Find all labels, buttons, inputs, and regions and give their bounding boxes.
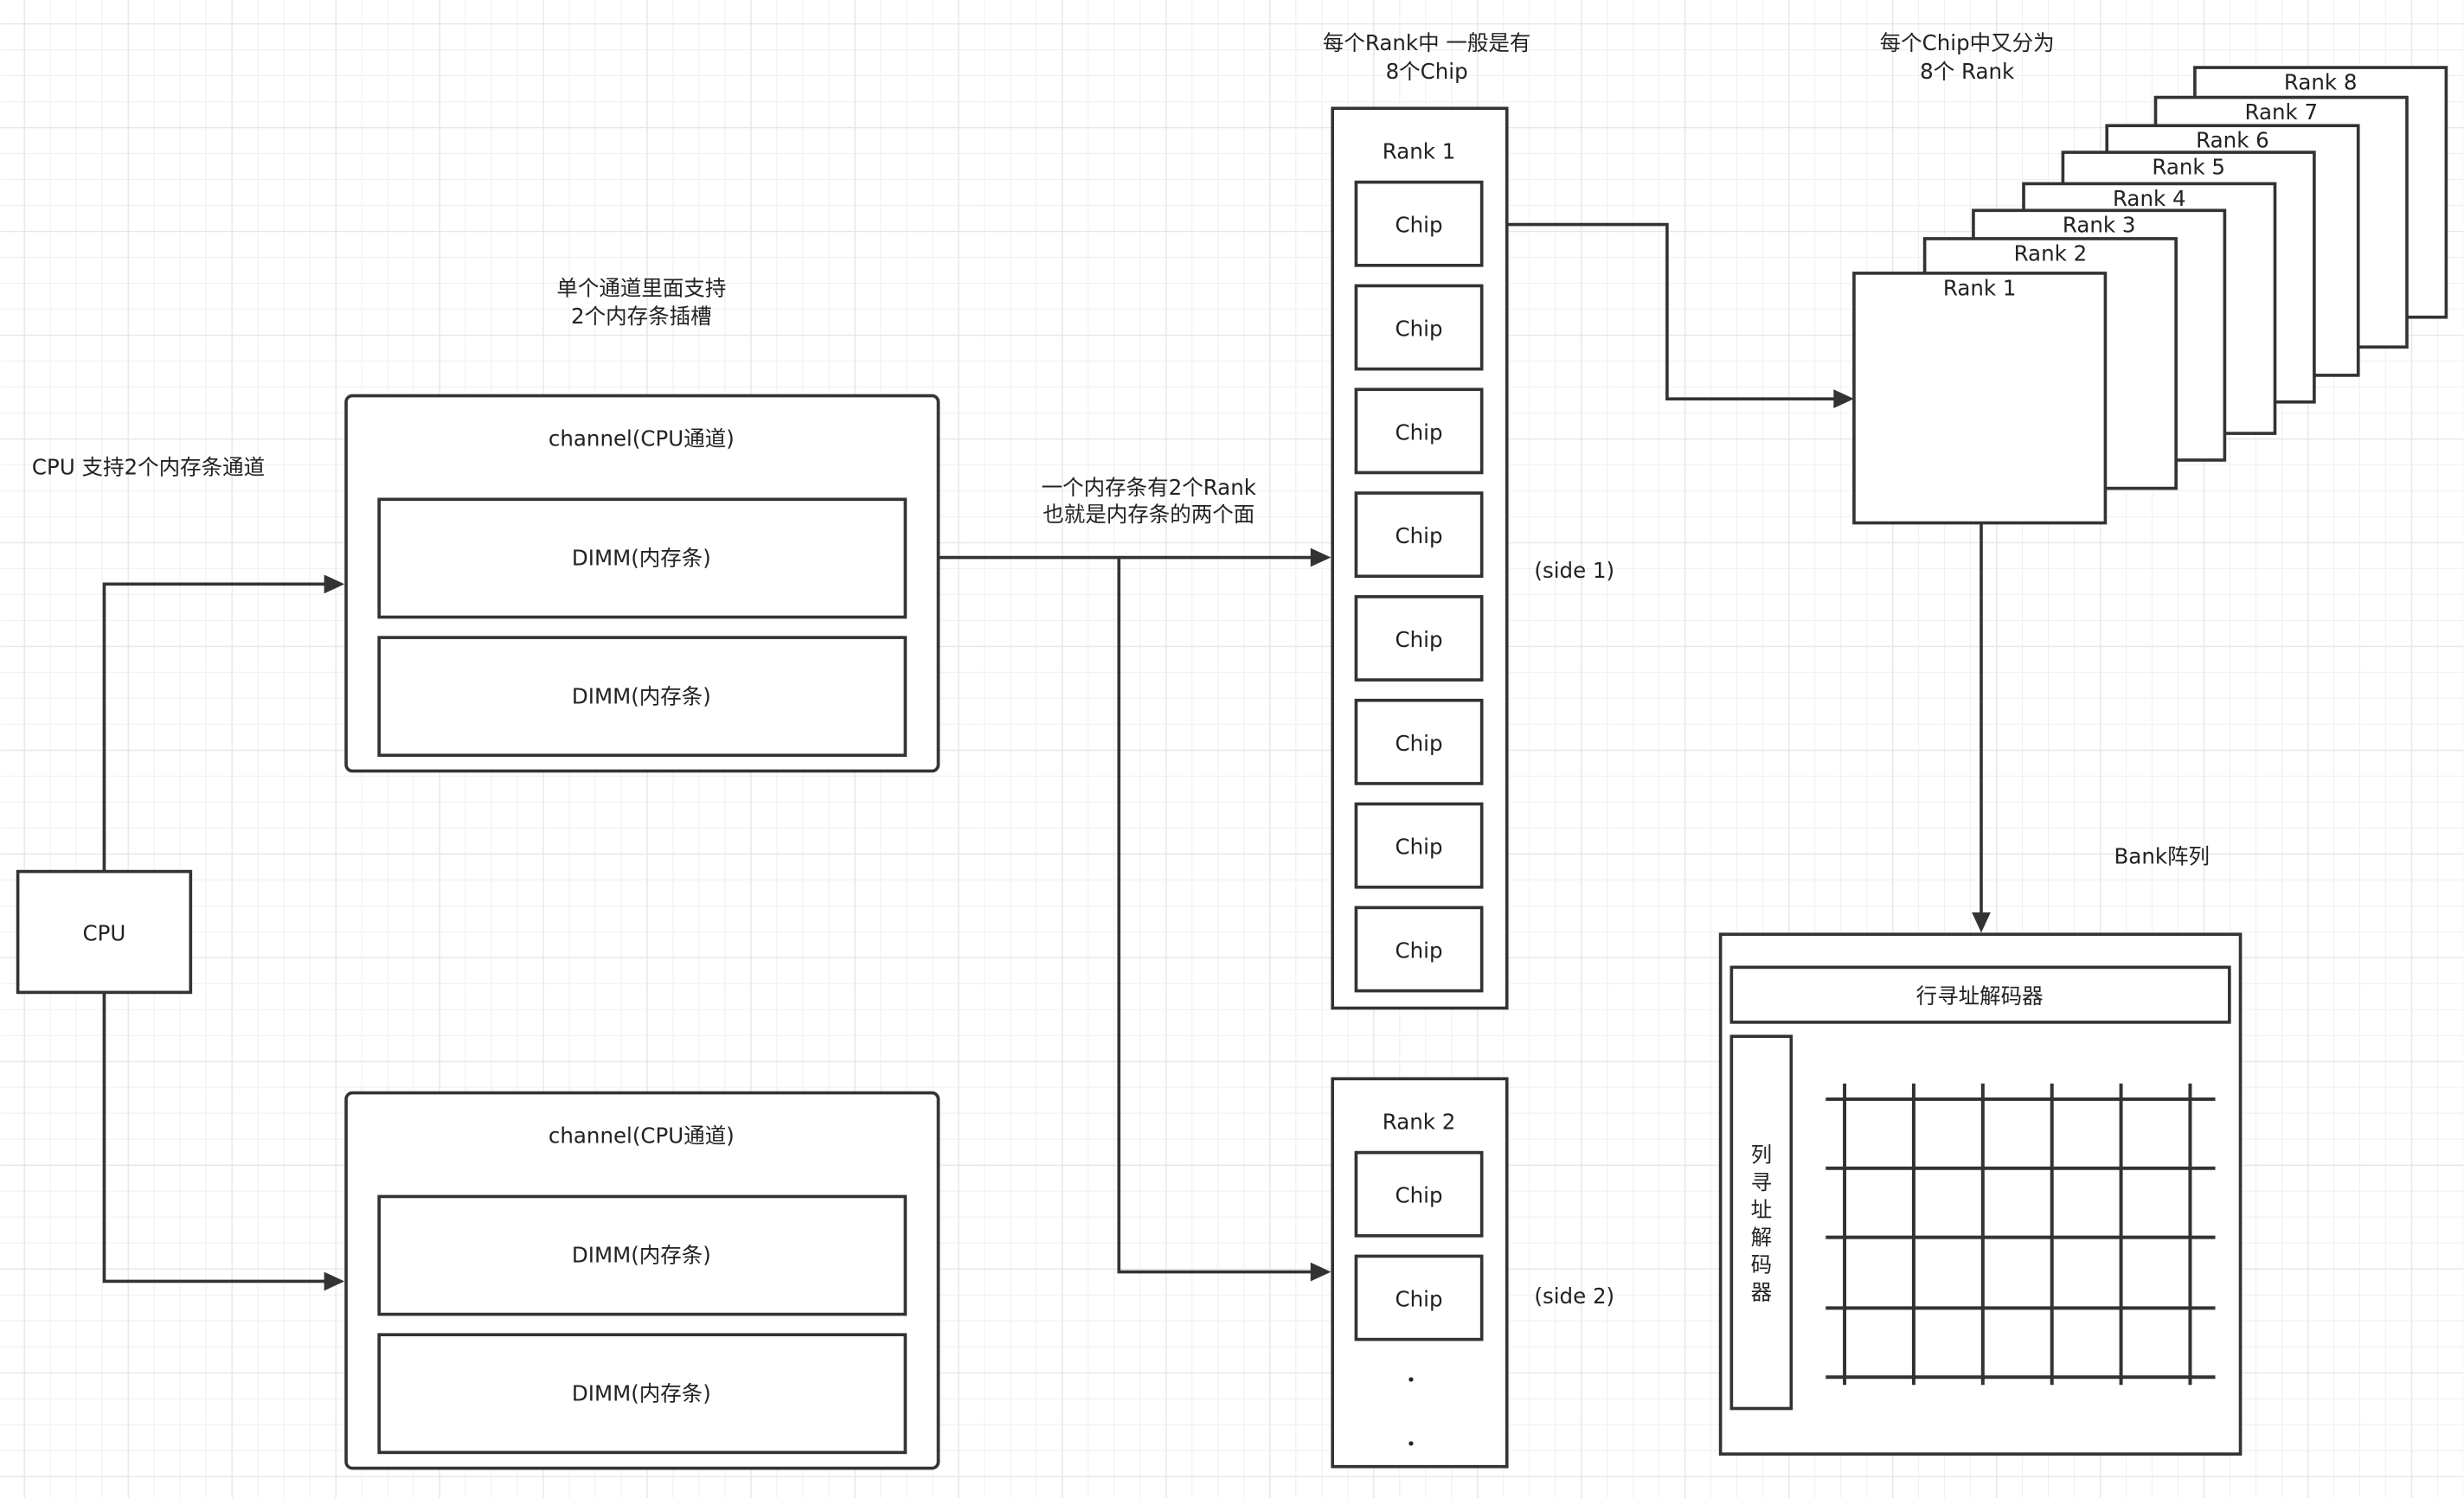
bank-array[interactable]: 行寻址解码器 列寻址解码器 <box>1718 932 2243 1456</box>
rank-layer-label: Rank 7 <box>2244 99 2318 125</box>
chip-note-line2: 8个 Rank <box>1920 59 2015 84</box>
rank2-column[interactable]: Rank 2 Chip Chip • • <box>1331 1077 1509 1469</box>
dimm-label: DIMM(内存条) <box>572 1243 711 1268</box>
ellipsis-dot: • <box>1407 1436 1416 1454</box>
rank-layer-label: Rank 2 <box>2014 240 2088 266</box>
row-decoder-label: 行寻址解码器 <box>1916 983 2044 1008</box>
cpu-node[interactable]: CPU <box>16 869 193 995</box>
channel-note-line1: 单个通道里面支持 <box>556 275 726 300</box>
rank-layer-label: Rank 1 <box>1943 275 2017 300</box>
chip-label: Chip <box>1396 213 1443 238</box>
rank1-title: Rank 1 <box>1383 138 1456 163</box>
dimm-note-line2: 也就是内存条的两个面 <box>1043 502 1254 527</box>
dimm-label: DIMM(内存条) <box>572 546 711 571</box>
chip-label: Chip <box>1396 835 1443 860</box>
rank-layer-label: Rank 6 <box>2196 128 2269 153</box>
chip-label: Chip <box>1396 523 1443 548</box>
chip-label: Chip <box>1396 1183 1443 1208</box>
rank-layer-label: Rank 5 <box>2152 155 2225 180</box>
rank-layer-label: Rank 3 <box>2063 213 2136 238</box>
rank-note-line1: 每个Rank中 一般是有 <box>1323 30 1531 55</box>
side2-label: (side 2) <box>1534 1284 1614 1309</box>
rank1-column[interactable]: Rank 1 Chip Chip Chip Chip Chip Chip Chip Chip <box>1331 106 1509 1010</box>
channel-note-line2: 2个内存条插槽 <box>571 304 712 329</box>
rank-layer-box[interactable] <box>1852 272 2108 525</box>
dimm-note-line1: 一个内存条有2个Rank <box>1042 475 1257 500</box>
side1-label: (side 1) <box>1534 558 1614 583</box>
channel-1[interactable]: channel(CPU通道) DIMM(内存条) DIMM(内存条) <box>344 394 940 773</box>
chip-label: Chip <box>1396 419 1443 445</box>
cpu-note: CPU 支持2个内存条通道 <box>32 454 265 479</box>
channel-title: channel(CPU通道) <box>549 1124 735 1149</box>
chip-note-line1: 每个Chip中又分为 <box>1880 30 2055 55</box>
chip-label: Chip <box>1396 627 1443 652</box>
chip-label: Chip <box>1396 938 1443 963</box>
rank-layer-label: Rank 4 <box>2113 186 2186 211</box>
rank2-title: Rank 2 <box>1383 1109 1456 1134</box>
dimm-label: DIMM(内存条) <box>572 683 711 708</box>
chip-rank-layer[interactable]: Rank 1 <box>1852 272 2108 525</box>
bank-label: Bank阵列 <box>2114 844 2211 869</box>
chip-label: Chip <box>1396 317 1443 342</box>
ellipsis-dot: • <box>1407 1371 1416 1389</box>
cpu-label: CPU <box>83 920 126 945</box>
col-decoder-box[interactable] <box>1729 1034 1793 1411</box>
dimm-label: DIMM(内存条) <box>572 1380 711 1405</box>
chip-label: Chip <box>1396 1287 1443 1312</box>
rank-note-line2: 8个Chip <box>1386 59 1468 84</box>
rank-layer-label: Rank 8 <box>2284 69 2358 94</box>
chip-label: Chip <box>1396 731 1443 756</box>
channel-2[interactable]: channel(CPU通道) DIMM(内存条) DIMM(内存条) <box>344 1091 940 1470</box>
diagram-canvas: CPU CPU 支持2个内存条通道 单个通道里面支持 2个内存条插槽 chann… <box>0 0 2464 1498</box>
channel-title: channel(CPU通道) <box>549 426 735 451</box>
